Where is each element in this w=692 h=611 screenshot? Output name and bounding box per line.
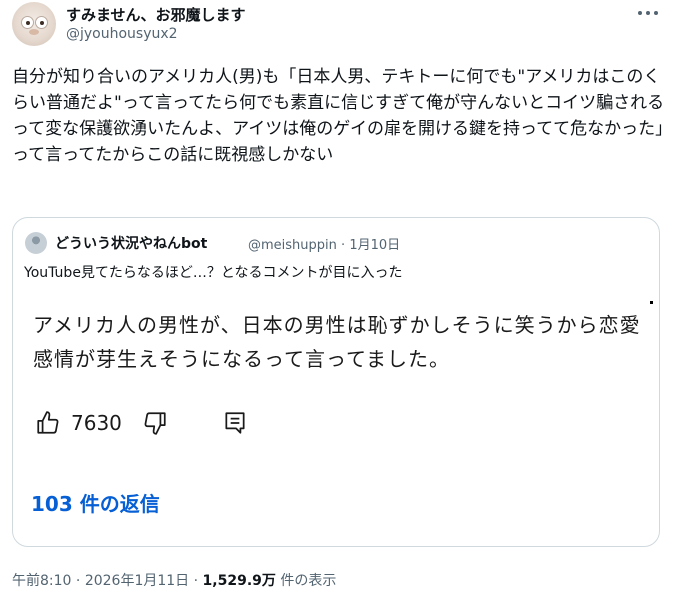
- quoted-meta: @meishuppin · 1月10日: [248, 234, 400, 253]
- views-count: 1,529.9万: [202, 573, 276, 589]
- youtube-comment-text: アメリカ人の男性が、日本の男性は恥ずかしそうに笑うから恋愛感情が芽生えそうになる…: [33, 313, 641, 371]
- avatar[interactable]: [12, 2, 56, 46]
- user-handle[interactable]: @jyouhousyux2: [66, 26, 178, 42]
- avatar-eye-left: [21, 16, 34, 29]
- meta-separator-2: ·: [193, 573, 199, 589]
- thumbs-down-icon: [144, 412, 166, 435]
- thumbs-up-icon: [37, 411, 59, 434]
- more-dots-icon: [638, 11, 658, 15]
- tweet-meta: 午前8:10 · 2026年1月11日 · 1,529.9万 件の表示: [12, 570, 336, 590]
- youtube-comment-actions: 7630: [35, 408, 248, 438]
- like-count: 7630: [71, 411, 122, 435]
- youtube-reply-count: 103 件の返信: [31, 492, 160, 516]
- tweet-time[interactable]: 午前8:10: [12, 573, 71, 589]
- avatar-eye-right: [35, 16, 48, 29]
- quoted-handle[interactable]: @meishuppin: [248, 238, 337, 253]
- quoted-avatar[interactable]: [25, 232, 47, 254]
- quoted-date[interactable]: 1月10日: [349, 238, 400, 253]
- screenshot-artifact-dot: [650, 301, 653, 304]
- display-name[interactable]: すみません、お邪魔します: [66, 4, 246, 25]
- tweet-date[interactable]: 2026年1月11日: [85, 573, 189, 589]
- quoted-text: YouTube見てたらなるほど…？となるコメントが目に入った: [24, 265, 403, 281]
- meta-separator: ·: [75, 573, 81, 589]
- tweet-text: 自分が知り合いのアメリカ人(男)も「日本人男、テキトーに何でも"アメリカはこのく…: [12, 67, 673, 165]
- views-label: 件の表示: [280, 573, 337, 589]
- quoted-tweet[interactable]: どういう状況やねんbot @meishuppin · 1月10日 YouTube…: [12, 217, 660, 547]
- more-icon[interactable]: [633, 2, 663, 24]
- quoted-display-name[interactable]: どういう状況やねんbot: [55, 233, 207, 253]
- comment-icon: [225, 412, 245, 434]
- avatar-nose: [29, 29, 39, 35]
- quoted-separator: ·: [341, 238, 346, 253]
